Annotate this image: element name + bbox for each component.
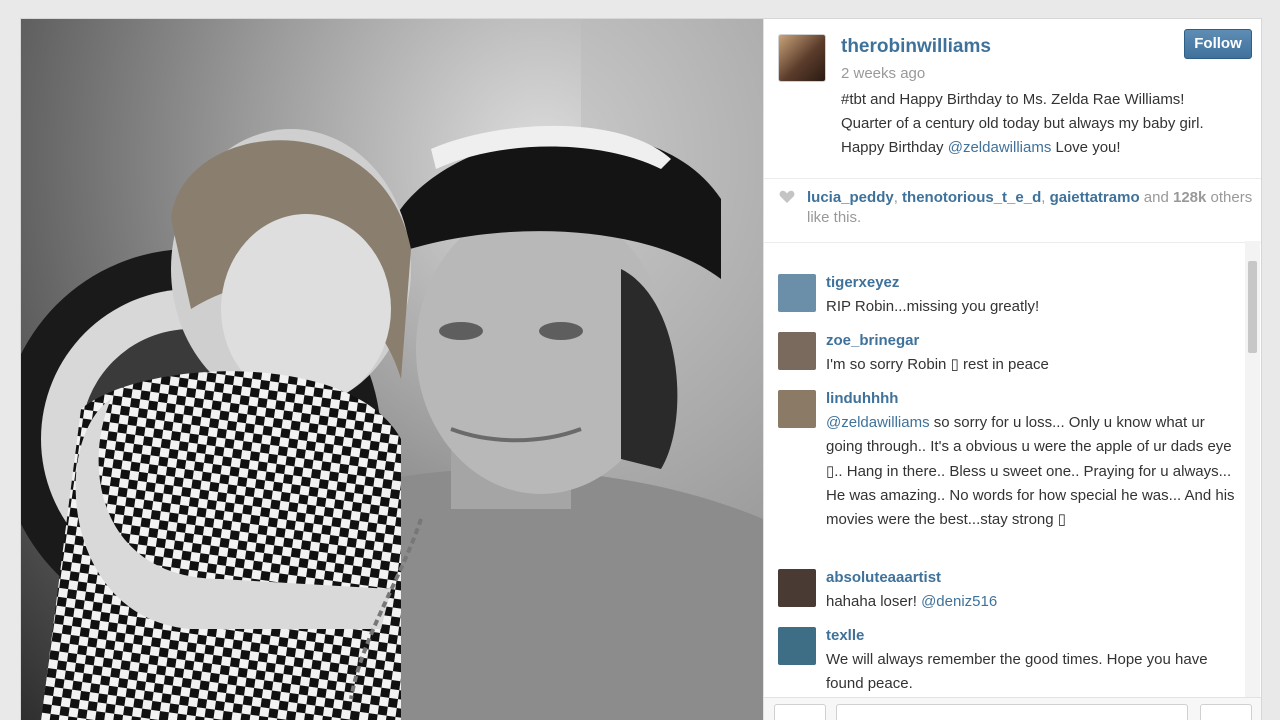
post-caption: #tbt and Happy Birthday to Ms. Zelda Rae…	[841, 88, 1241, 160]
post-photo[interactable]	[21, 19, 763, 720]
caption-line: Happy Birthday @zeldawilliams Love you!	[841, 136, 1241, 160]
avatar[interactable]	[778, 390, 816, 428]
caption-line: Quarter of a century old today but alway…	[841, 115, 1204, 132]
avatar[interactable]	[778, 332, 816, 370]
comments-scrollbar[interactable]	[1245, 241, 1260, 697]
comment-username[interactable]: zoe_brinegar	[826, 332, 919, 349]
caption-text: Happy Birthday	[841, 139, 948, 156]
post-side-panel: therobinwilliams 2 weeks ago Follow #tbt…	[763, 19, 1261, 720]
comment-username[interactable]: tigerxeyez	[826, 274, 899, 291]
comment-bar	[764, 697, 1261, 720]
comment-mention-link[interactable]: @zeldawilliams	[826, 414, 930, 431]
comment-input[interactable]	[836, 704, 1188, 720]
comment-mention-link[interactable]: @deniz516	[921, 593, 997, 610]
caption-text: Love you!	[1051, 139, 1121, 156]
avatar[interactable]	[778, 34, 826, 82]
comments-list[interactable]: tigerxeyez RIP Robin...missing you great…	[764, 244, 1244, 697]
caption-mention-link[interactable]: @zeldawilliams	[948, 139, 1052, 156]
comment-text: @zeldawilliams so sorry for u loss... On…	[826, 411, 1236, 532]
avatar[interactable]	[778, 274, 816, 312]
post-header: therobinwilliams 2 weeks ago Follow #tbt…	[764, 19, 1261, 179]
comment-text: I'm so sorry Robin ▯ rest in peace	[826, 356, 1049, 373]
post-timestamp[interactable]: 2 weeks ago	[841, 65, 925, 82]
scrollbar-thumb[interactable]	[1248, 261, 1257, 353]
comment-username[interactable]: absoluteaaartist	[826, 569, 941, 586]
comment-body: so sorry for u loss... Only u know what …	[826, 414, 1235, 529]
like-button[interactable]	[774, 704, 826, 720]
follow-button[interactable]: Follow	[1184, 29, 1252, 59]
comment-text: We will always remember the good times. …	[826, 651, 1208, 693]
liker-link[interactable]: lucia_peddy	[807, 189, 894, 206]
more-options-button[interactable]	[1200, 704, 1252, 720]
liker-link[interactable]: gaiettatramo	[1050, 189, 1140, 206]
likes-and: and	[1139, 189, 1173, 206]
liker-link[interactable]: thenotorious_t_e_d	[902, 189, 1041, 206]
avatar[interactable]	[778, 627, 816, 665]
likes-separator: ,	[893, 189, 903, 206]
likes-separator: ,	[1041, 189, 1050, 206]
comment-username[interactable]: texlle	[826, 627, 864, 644]
heart-icon[interactable]	[779, 190, 795, 204]
comment-body: hahaha loser!	[826, 593, 922, 610]
comment-username[interactable]: linduhhhh	[826, 390, 898, 407]
caption-line: #tbt and Happy Birthday to Ms. Zelda Rae…	[841, 91, 1185, 108]
photo-illustration	[21, 19, 763, 720]
comment-text: RIP Robin...missing you greatly!	[826, 298, 1040, 315]
avatar[interactable]	[778, 569, 816, 607]
likes-count: 128k	[1172, 189, 1207, 206]
comment-text: hahaha loser! @deniz516	[826, 590, 1236, 614]
post-username[interactable]: therobinwilliams	[841, 36, 991, 58]
post-modal: therobinwilliams 2 weeks ago Follow #tbt…	[20, 18, 1262, 720]
likes-summary: lucia_peddy, thenotorious_t_e_d, gaietta…	[807, 188, 1257, 228]
